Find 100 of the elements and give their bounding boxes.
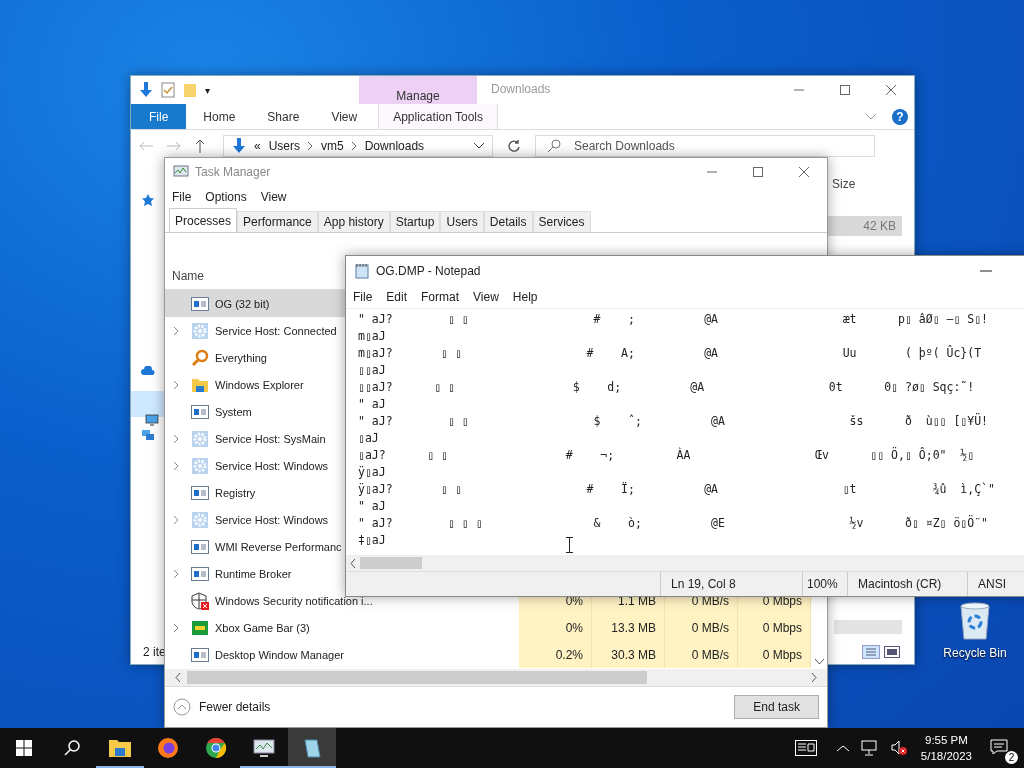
- up-arrow-icon[interactable]: [195, 139, 205, 153]
- tab[interactable]: Processes: [169, 208, 238, 232]
- menu-item[interactable]: Help: [512, 290, 538, 304]
- expand-chevron-icon[interactable]: [173, 514, 179, 525]
- properties-icon[interactable]: [161, 82, 175, 98]
- breadcrumb[interactable]: vm5: [321, 139, 344, 153]
- expand-chevron-icon[interactable]: [173, 568, 179, 579]
- process-row[interactable]: Windows Security notification i...: [165, 587, 377, 614]
- status-text: 100%: [802, 572, 847, 596]
- chevron-right-icon[interactable]: [811, 673, 817, 682]
- menu-item[interactable]: View: [260, 190, 287, 204]
- process-name: Service Host: Windows: [214, 459, 330, 472]
- table-cell: 13.3 MB: [592, 614, 665, 641]
- expand-chevron-icon[interactable]: [173, 379, 179, 390]
- process-row[interactable]: Runtime Broker: [165, 560, 345, 587]
- expand-chevron-icon[interactable]: [173, 622, 179, 633]
- column-header[interactable]: Size: [824, 177, 856, 191]
- search-field[interactable]: Search Downloads: [535, 135, 875, 157]
- clock[interactable]: 9:55 PM 5/18/2023: [920, 732, 972, 764]
- process-row[interactable]: Registry: [165, 479, 345, 506]
- star-icon[interactable]: [142, 194, 154, 206]
- collapse-circle-icon[interactable]: [173, 698, 191, 716]
- computer-icon[interactable]: [145, 414, 159, 426]
- process-row[interactable]: Windows Explorer: [165, 371, 345, 398]
- close-icon[interactable]: [799, 167, 809, 177]
- window-title: Task Manager: [195, 165, 271, 179]
- ribbon-tab[interactable]: View: [316, 104, 373, 129]
- monitor-chart-icon: [173, 165, 189, 179]
- ribbon-tab[interactable]: Application Tools: [378, 104, 499, 129]
- scrollbar-thumb[interactable]: [187, 671, 647, 684]
- menu-item[interactable]: View: [473, 290, 499, 304]
- tab[interactable]: Details: [483, 211, 533, 232]
- scrollbar-thumb[interactable]: [360, 557, 422, 569]
- chevron-down-icon[interactable]: [474, 143, 484, 149]
- window-title: OG.DMP - Notepad: [376, 264, 481, 278]
- tab[interactable]: Users: [440, 211, 484, 232]
- breadcrumb[interactable]: Users: [268, 139, 301, 153]
- end-task-button[interactable]: End task: [734, 695, 819, 719]
- tab[interactable]: Performance: [237, 211, 318, 232]
- maximize-icon[interactable]: [753, 167, 763, 177]
- process-row[interactable]: WMI Reverse Performanc: [165, 533, 346, 560]
- desktop-icon-label[interactable]: Recycle Bin: [943, 646, 1007, 660]
- breadcrumb[interactable]: Downloads: [364, 139, 425, 153]
- table-cell: 0 Mbps: [738, 641, 811, 668]
- chevron-down-icon[interactable]: [814, 659, 824, 665]
- chevron-left-icon[interactable]: [175, 673, 181, 682]
- notification-icon[interactable]: [990, 738, 1008, 755]
- address-bar[interactable]: « Users vm5 Downloads: [223, 135, 493, 157]
- process-row[interactable]: Service Host: Connected: [165, 317, 345, 344]
- cloud-icon[interactable]: [141, 366, 155, 375]
- menu-item[interactable]: File: [172, 190, 192, 204]
- horizontal-scrollbar[interactable]: [346, 555, 1024, 571]
- close-icon[interactable]: [886, 85, 896, 95]
- process-row[interactable]: Everything: [165, 344, 345, 371]
- ribbon-tab[interactable]: File: [131, 104, 187, 129]
- menu-item[interactable]: File: [353, 290, 373, 304]
- fewer-details-link[interactable]: Fewer details: [199, 700, 271, 714]
- news-icon[interactable]: [794, 740, 817, 756]
- menu-item[interactable]: Edit: [386, 290, 408, 304]
- recycle-bin-icon[interactable]: [958, 600, 992, 640]
- help-icon[interactable]: ?: [892, 108, 908, 125]
- process-row[interactable]: Service Host: Windows: [165, 506, 345, 533]
- menu-item[interactable]: Format: [421, 290, 460, 304]
- expand-chevron-icon[interactable]: [173, 460, 179, 471]
- ribbon-tab[interactable]: Share: [252, 104, 315, 129]
- process-row[interactable]: Service Host: Windows: [165, 452, 345, 479]
- network-icon[interactable]: [141, 429, 155, 441]
- chevron-up-icon[interactable]: [836, 744, 849, 752]
- process-row[interactable]: Desktop Window Manager: [165, 641, 348, 668]
- process-row[interactable]: Service Host: SysMain: [165, 425, 345, 452]
- network-icon[interactable]: [860, 740, 879, 756]
- expand-chevron-icon[interactable]: [173, 433, 179, 444]
- text-line: m▯aJ? ▯ ▯ # A; @A Uu ( þº( Ûc}(T: [358, 345, 982, 362]
- window-icon: [191, 485, 209, 500]
- process-name: Runtime Broker: [214, 567, 293, 580]
- ribbon-tab[interactable]: Home: [188, 104, 251, 129]
- search-icon: [547, 139, 561, 153]
- tab[interactable]: App history: [317, 211, 390, 232]
- thumbnail-view-icon[interactable]: [884, 646, 900, 658]
- tab[interactable]: Startup: [389, 211, 441, 232]
- process-row[interactable]: Xbox Game Bar (3): [165, 614, 345, 641]
- process-name: Desktop Window Manager: [214, 648, 345, 661]
- tab[interactable]: Services: [532, 211, 591, 232]
- horizontal-scrollbar[interactable]: [834, 620, 902, 634]
- speaker-muted-icon[interactable]: [890, 740, 907, 756]
- horizontal-scrollbar[interactable]: [165, 669, 827, 686]
- taskbar-app-button[interactable]: [288, 728, 336, 768]
- refresh-icon[interactable]: [507, 139, 521, 153]
- maximize-icon[interactable]: [840, 85, 850, 95]
- chevron-right-icon: [351, 142, 357, 150]
- chevron-left-icon[interactable]: [350, 558, 356, 568]
- column-header[interactable]: Name: [165, 269, 204, 289]
- process-row[interactable]: System: [165, 398, 345, 425]
- process-name: Windows Security notification i...: [214, 594, 374, 607]
- download-arrow-icon[interactable]: [139, 82, 153, 98]
- expand-chevron-icon[interactable]: [173, 325, 179, 336]
- menu-item[interactable]: Options: [205, 190, 247, 204]
- process-row[interactable]: OG (32 bit): [165, 290, 345, 317]
- caret-icon[interactable]: ▾: [205, 84, 210, 96]
- address-overflow[interactable]: «: [254, 139, 261, 153]
